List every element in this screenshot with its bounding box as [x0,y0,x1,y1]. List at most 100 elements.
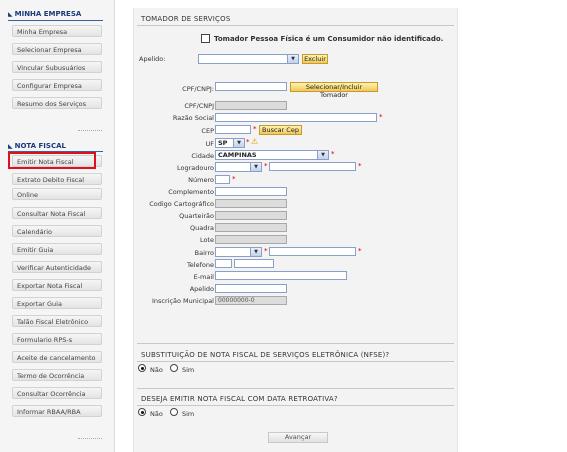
required-mark: * [358,247,362,255]
quarteirao-label: Quarteirão [179,212,214,220]
substituicao-sim-label: Sim [182,366,195,374]
nav-exportar-guia[interactable]: Exportar Guia [12,297,102,309]
required-mark: * [246,138,250,146]
quarteirao-field [215,211,287,220]
apelido-select-label: Apelido: [139,55,166,63]
apelido-field[interactable] [215,284,287,293]
numero-label: Número [188,176,214,184]
nav-consultar-ocorrencia[interactable]: Consultar Ocorrência [12,387,102,399]
cpf-search-label: CPF/CNPJ: [182,85,214,93]
lote-field [215,235,287,244]
tomador-title: TOMADOR DE SERVIÇOS [141,15,231,23]
nav-consultar-nota-fiscal[interactable]: Consultar Nota Fiscal [12,207,102,219]
nav-informar-rbaa[interactable]: Informar RBAA/RBA [12,405,102,417]
nav-vincular-subusuarios[interactable]: Vincular Subusuários [12,61,102,73]
warning-icon: ⚠ [251,137,259,146]
apelido-label: Apelido [189,285,214,293]
required-mark: * [253,125,257,133]
dotted-separator [78,438,102,439]
minha-empresa-title: ◣ MINHA EMPRESA [8,10,82,18]
section-rule [137,343,454,344]
required-mark: * [331,150,335,158]
section-rule [137,361,454,362]
nav-selecionar-empresa[interactable]: Selecionar Empresa [12,43,102,55]
consumidor-checkbox[interactable] [201,34,210,43]
chevron-down-icon: ▼ [250,163,261,171]
codigo-field [215,199,287,208]
cep-field[interactable] [215,125,251,134]
logradouro-field[interactable] [269,162,356,171]
inscricao-label: Inscrição Municipal [151,297,214,305]
retroativa-nao-radio[interactable] [138,408,146,416]
razao-social-field[interactable] [215,113,377,122]
chevron-down-icon: ▼ [287,55,298,63]
substituicao-nao-radio[interactable] [138,364,146,372]
complemento-label: Complemento [168,188,214,196]
selecionar-tomador-button[interactable]: Selecionar/Incluir Tomador [290,82,378,99]
nav-formulario-rps[interactable]: Formulario RPS-s [12,333,102,345]
nav-calendario[interactable]: Calendário [12,225,102,237]
triangle-icon: ◣ [8,143,13,150]
buscar-cep-button[interactable]: Buscar Cep [259,125,302,135]
telefone-label: Telefone [186,261,214,269]
avancar-button[interactable]: Avançar [268,432,328,443]
excluir-button[interactable]: Excluir [302,54,328,64]
apelido-select[interactable]: ▼ [198,54,299,64]
required-mark: * [358,162,362,170]
logradouro-type-select[interactable]: ▼ [215,162,262,172]
substituicao-title: SUBSTITUIÇÃO DE NOTA FISCAL DE SERVIÇOS … [141,351,390,359]
logradouro-label: Logradouro [177,164,214,172]
bairro-label: Bairro [194,249,214,257]
cpf-label: CPF/CNPJ [184,102,214,110]
consumidor-label: Tomador Pessoa Física é um Consumidor nã… [214,35,444,43]
substituicao-nao-label: Não [150,366,163,374]
highlight-box [8,152,96,169]
nav-aceite-cancelamento[interactable]: Aceite de cancelamento [12,351,102,363]
cidade-select[interactable]: CAMPINAS ▼ [215,150,329,160]
retroativa-sim-label: Sim [182,410,195,418]
nav-termo-ocorrencia[interactable]: Termo de Ocorrência [12,369,102,381]
section-rule [137,25,454,26]
section-rule [137,405,454,406]
quadra-field [215,223,287,232]
section-rule [137,388,454,389]
telefone-ddd-field[interactable] [215,259,232,268]
bairro-field[interactable] [269,247,356,256]
nav-minha-empresa[interactable]: Minha Empresa [12,25,102,37]
required-mark: * [264,247,268,255]
nav-verificar-autenticidade[interactable]: Verificar Autenticidade [12,261,102,273]
required-mark: * [264,162,268,170]
nav-online[interactable]: Online [12,188,102,200]
cpf-search-input[interactable] [215,82,287,91]
email-field[interactable] [215,271,347,280]
nav-emitir-guia[interactable]: Emitir Guia [12,243,102,255]
inscricao-field: 00000000-0 [215,296,287,305]
cpf-field [215,101,287,110]
lote-label: Lote [199,236,214,244]
numero-field[interactable] [215,175,230,184]
substituicao-sim-radio[interactable] [170,364,178,372]
dotted-separator [78,130,102,131]
nav-resumo-servicos[interactable]: Resumo dos Serviços [12,97,102,109]
uf-label: UF [205,140,215,148]
cep-label: CEP [201,127,214,135]
bairro-type-select[interactable]: ▼ [215,247,262,257]
uf-select[interactable]: SP ▼ [215,138,245,148]
telefone-field[interactable] [234,259,274,268]
nav-extrato-debito-fiscal[interactable]: Extrato Debito Fiscal [12,173,102,185]
triangle-icon: ◣ [8,11,13,18]
nav-exportar-nota-fiscal[interactable]: Exportar Nota Fiscal [12,279,102,291]
retroativa-sim-radio[interactable] [170,408,178,416]
nota-fiscal-title: ◣ NOTA FISCAL [8,142,66,150]
email-label: E-mail [193,273,214,281]
retroativa-nao-label: Não [150,410,163,418]
nav-configurar-empresa[interactable]: Configurar Empresa [12,79,102,91]
section-divider [8,20,103,21]
sidebar: ◣ MINHA EMPRESA Minha Empresa Selecionar … [0,0,115,452]
complemento-field[interactable] [215,187,287,196]
codigo-label: Codigo Cartográfico [149,200,214,208]
chevron-down-icon: ▼ [233,139,244,147]
required-mark: * [232,175,236,183]
nav-talao-fiscal[interactable]: Talão Fiscal Eletrônico [12,315,102,327]
cidade-label: Cidade [191,152,214,160]
